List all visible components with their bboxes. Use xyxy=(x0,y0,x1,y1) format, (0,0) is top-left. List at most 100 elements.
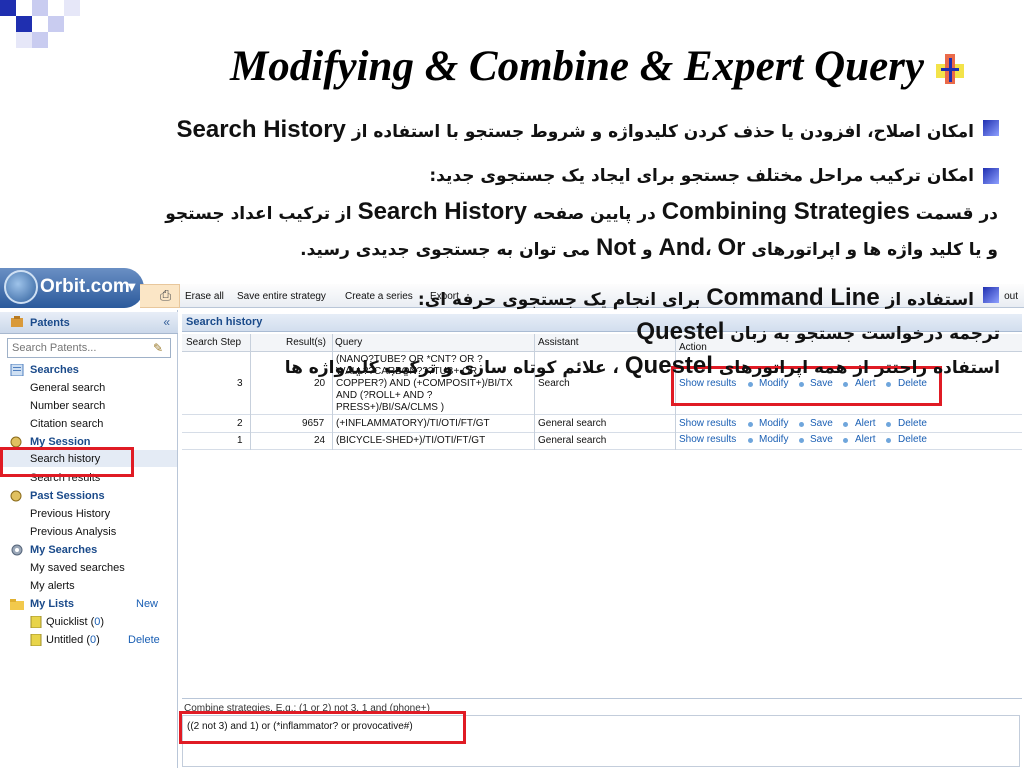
overlay-bold: Questel xyxy=(636,318,725,345)
collapse-icon[interactable]: « xyxy=(163,315,170,329)
sidebar-section-my-searches[interactable]: My Searches xyxy=(30,544,97,556)
para2-text: و یا کلید واژه ها و اپراتورهای xyxy=(751,240,998,260)
row-2-delete-link[interactable]: Delete xyxy=(898,418,927,429)
logout-button[interactable]: out xyxy=(1004,291,1018,302)
sidebar-item-general-search[interactable]: General search xyxy=(30,382,105,394)
overlay-bold: Command Line xyxy=(706,284,880,311)
col-results: Result(s) xyxy=(286,337,327,348)
row-1-delete-link[interactable]: Delete xyxy=(898,434,927,445)
separator-dot xyxy=(843,422,848,427)
erase-all-button[interactable]: Erase all xyxy=(185,291,224,302)
separator-dot xyxy=(799,438,804,443)
folder-icon xyxy=(10,599,24,610)
past-sessions-icon xyxy=(10,490,22,502)
sidebar-item-quicklist[interactable]: Quicklist (0) xyxy=(46,616,104,628)
sidebar-item-citation-search[interactable]: Citation search xyxy=(30,418,103,430)
para2-bold: Search History xyxy=(357,198,527,225)
overlay-text: ، علائم کوتاه سازی و ترکیب کلیدواژه ها xyxy=(284,358,619,378)
para2-text: و xyxy=(641,240,653,260)
separator-dot xyxy=(748,422,753,427)
row-2-alert-link[interactable]: Alert xyxy=(855,418,876,429)
sidebar-item-untitled[interactable]: Untitled (0) xyxy=(46,634,100,646)
para2-bold: Not xyxy=(596,234,637,261)
overlay-text: برای انجام یک جستجوی حرفه ای: xyxy=(417,290,701,310)
corner-decoration xyxy=(0,0,80,48)
para2-bold: Or xyxy=(717,234,746,261)
create-series-button[interactable]: Create a series xyxy=(345,291,413,302)
row-2-save-link[interactable]: Save xyxy=(810,418,833,429)
overlay-text: ترجمه درخواست جستجو به زبان xyxy=(730,324,1000,344)
row-2-query: (+INFLAMMATORY)/TI/OTI/FT/GT xyxy=(336,418,490,429)
row-2-result: 9657 xyxy=(302,418,325,429)
row-divider xyxy=(182,432,1022,433)
sidebar-item-my-saved-searches[interactable]: My saved searches xyxy=(30,562,125,574)
para2-line-1: در قسمت Combining Strategies در پایین صف… xyxy=(165,198,998,226)
globe-icon xyxy=(4,270,38,304)
para2-text: در پایین صفحه xyxy=(532,204,656,224)
search-icon[interactable]: ✎ xyxy=(153,341,163,355)
para2-bold: Combining Strategies xyxy=(661,198,910,225)
row-1-show-results-link[interactable]: Show results xyxy=(679,434,736,445)
patents-icon xyxy=(11,316,23,327)
row-1-modify-link[interactable]: Modify xyxy=(759,434,788,445)
query-line: AND (?ROLL+ AND ? xyxy=(336,390,433,401)
bullet-2: امکان ترکیب مراحل مختلف جستجو برای ایجاد… xyxy=(429,166,974,186)
separator-dot xyxy=(886,422,891,427)
sidebar-item-previous-analysis[interactable]: Previous Analysis xyxy=(30,526,116,538)
sidebar: Patents « ✎ Searches General search Numb… xyxy=(0,310,178,768)
query-line: PRESS+)/BI/SA/CLMS ) xyxy=(336,402,445,413)
sidebar-item-my-alerts[interactable]: My alerts xyxy=(30,580,75,592)
para2-line-2: و یا کلید واژه ها و اپراتورهای And، Or و… xyxy=(300,234,998,262)
separator-dot xyxy=(799,422,804,427)
search-patents-input[interactable] xyxy=(7,338,171,358)
overlay-line-3: استفاده راحتتر از همه اپراتورهای Questel… xyxy=(285,352,1000,380)
bullet-1: امکان اصلاح، افزودن یا حذف کردن کلیدواژه… xyxy=(177,116,975,144)
row-1-assistant: General search xyxy=(538,435,607,446)
col-query: Query xyxy=(335,337,363,348)
logo-text: Orbit.com xyxy=(40,276,130,297)
row-1-query: (BICYCLE-SHED+)/TI/OTI/FT/GT xyxy=(336,435,486,446)
untitled-label: Untitled ( xyxy=(46,634,91,646)
new-list-link[interactable]: New xyxy=(136,598,158,610)
para2-text: ، xyxy=(705,240,712,260)
list-icon xyxy=(30,616,42,628)
row-1-alert-link[interactable]: Alert xyxy=(855,434,876,445)
quicklist-paren: ) xyxy=(100,616,105,628)
highlight-search-history xyxy=(0,447,134,477)
delete-list-link[interactable]: Delete xyxy=(128,634,160,646)
searches-icon xyxy=(10,364,24,376)
print-icon[interactable]: ⎙ xyxy=(160,288,171,304)
bullet-2-icon xyxy=(983,168,999,184)
row-1-result: 24 xyxy=(314,435,326,446)
gear-icon xyxy=(11,544,23,556)
untitled-paren: ) xyxy=(96,634,100,646)
orbit-logo[interactable]: Orbit.com ▼ xyxy=(0,268,144,308)
separator-dot xyxy=(748,438,753,443)
col-assistant: Assistant xyxy=(538,337,579,348)
overlay-line-1: استفاده از Command Line برای انجام یک جس… xyxy=(418,284,974,312)
bullet-1-icon xyxy=(983,120,999,136)
slide-title: Modifying & Combine & Expert Query xyxy=(230,43,924,90)
row-2-show-results-link[interactable]: Show results xyxy=(679,418,736,429)
row-2-modify-link[interactable]: Modify xyxy=(759,418,788,429)
title-bullet-icon xyxy=(936,54,964,84)
sidebar-item-number-search[interactable]: Number search xyxy=(30,400,105,412)
sidebar-item-previous-history[interactable]: Previous History xyxy=(30,508,110,520)
sidebar-header: Patents « xyxy=(0,312,178,334)
row-divider xyxy=(182,414,1022,415)
row-3-step: 3 xyxy=(237,378,243,389)
save-strategy-button[interactable]: Save entire strategy xyxy=(237,291,326,302)
bullet-1-bold: Search History xyxy=(176,116,346,143)
bullet-1-text: امکان اصلاح، افزودن یا حذف کردن کلیدواژه… xyxy=(351,122,974,142)
para2-bold: And xyxy=(658,234,706,261)
para2-text: در قسمت xyxy=(915,204,998,224)
quicklist-label: Quicklist ( xyxy=(46,616,95,628)
sidebar-section-past-sessions[interactable]: Past Sessions xyxy=(30,490,105,502)
sidebar-section-my-lists[interactable]: My Lists xyxy=(30,598,74,610)
sidebar-section-searches[interactable]: Searches xyxy=(30,364,79,376)
row-1-save-link[interactable]: Save xyxy=(810,434,833,445)
overlay-text: استفاده راحتتر از همه اپراتورهای xyxy=(718,358,1000,378)
sidebar-title: Patents xyxy=(30,317,70,329)
separator-dot xyxy=(843,438,848,443)
row-2-step: 2 xyxy=(237,418,243,429)
